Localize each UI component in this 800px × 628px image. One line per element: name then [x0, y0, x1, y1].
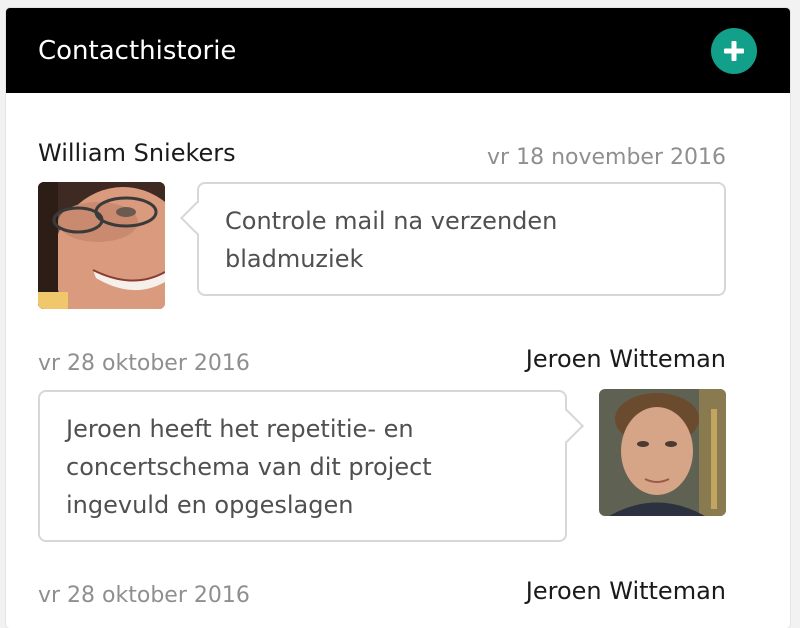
entry-date: vr 18 november 2016	[487, 145, 726, 170]
avatar-william-sniekers[interactable]	[38, 182, 165, 309]
entry-date: vr 28 oktober 2016	[38, 351, 250, 376]
message-text: Controle mail na verzenden bladmuziek	[225, 207, 558, 273]
entry-author: Jeroen Witteman	[525, 577, 726, 605]
message-text: Jeroen heeft het repetitie- en concertsc…	[66, 415, 432, 519]
plus-icon	[724, 41, 744, 61]
message-bubble: Jeroen heeft het repetitie- en concertsc…	[38, 390, 567, 542]
add-contact-button[interactable]	[711, 28, 757, 74]
avatar-photo	[38, 182, 165, 309]
card-title: Contacthistorie	[38, 36, 237, 66]
history-entry: William Sniekers vr 18 november 2016 Con…	[38, 136, 726, 316]
avatar-photo	[599, 389, 726, 516]
history-entry: vr 28 oktober 2016 Jeroen Witteman	[38, 574, 726, 628]
card-header: Contacthistorie	[6, 8, 790, 93]
message-bubble: Controle mail na verzenden bladmuziek	[197, 182, 726, 296]
avatar-jeroen-witteman[interactable]	[599, 389, 726, 516]
history-entry: vr 28 oktober 2016 Jeroen Witteman Jeroe…	[38, 342, 726, 552]
entry-author: Jeroen Witteman	[525, 345, 726, 373]
entry-date: vr 28 oktober 2016	[38, 583, 250, 608]
entry-author: William Sniekers	[38, 139, 236, 167]
contact-history-card: Contacthistorie William Sniekers vr 18 n…	[6, 8, 790, 628]
